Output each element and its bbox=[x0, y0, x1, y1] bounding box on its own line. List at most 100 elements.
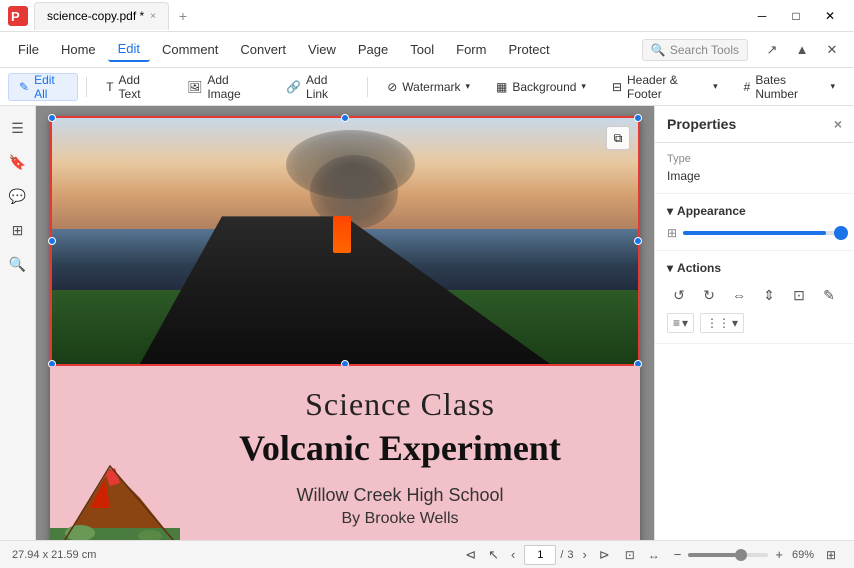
sidebar-item-thumbnails[interactable]: ⊞ bbox=[4, 216, 32, 244]
distribute-icon: ⋮⋮ bbox=[706, 316, 730, 330]
toolbar-divider-1 bbox=[86, 77, 87, 97]
bates-number-btn[interactable]: # Bates Number ▾ bbox=[733, 73, 846, 101]
nav-close-btn[interactable]: ✕ bbox=[818, 36, 846, 64]
panel-header: Properties × bbox=[655, 106, 854, 143]
fullscreen-btn[interactable]: ⊞ bbox=[820, 544, 842, 566]
add-text-label: Add Text bbox=[119, 73, 162, 101]
page-total: 3 bbox=[567, 549, 573, 561]
watermark-btn[interactable]: ⊘ Watermark ▾ bbox=[376, 73, 481, 101]
prev-page-btn[interactable]: ‹ bbox=[508, 547, 518, 562]
close-btn[interactable]: ✕ bbox=[814, 0, 846, 32]
page-input[interactable] bbox=[524, 545, 556, 565]
background-icon: ▦ bbox=[496, 80, 507, 94]
handle-mr[interactable] bbox=[634, 237, 642, 245]
action-rotate-right-btn[interactable]: ↻ bbox=[697, 283, 721, 307]
pdf-area: ⧉ bbox=[36, 106, 654, 540]
school-name-text: Willow Creek High School bbox=[180, 485, 620, 506]
sidebar-item-comments[interactable]: 💬 bbox=[4, 182, 32, 210]
tab-close-btn[interactable]: × bbox=[150, 11, 156, 22]
action-crop-btn[interactable]: ⊡ bbox=[787, 283, 811, 307]
watermark-label: Watermark bbox=[402, 80, 460, 94]
action-rotate-left-btn[interactable]: ↺ bbox=[667, 283, 691, 307]
action-align-btn[interactable]: ≡ ▾ bbox=[667, 313, 694, 333]
lava-flow bbox=[333, 216, 351, 253]
handle-tl[interactable] bbox=[48, 114, 56, 122]
sidebar-item-pages[interactable]: ☰ bbox=[4, 114, 32, 142]
watermark-icon: ⊘ bbox=[387, 80, 397, 94]
bates-caret: ▾ bbox=[830, 81, 835, 92]
menu-form[interactable]: Form bbox=[446, 38, 496, 61]
maximize-btn[interactable]: □ bbox=[780, 0, 812, 32]
actions-label: Actions bbox=[677, 261, 721, 275]
appearance-title[interactable]: ▾ Appearance bbox=[667, 204, 842, 218]
sidebar-item-bookmarks[interactable]: 🔖 bbox=[4, 148, 32, 176]
new-tab-btn[interactable]: + bbox=[171, 4, 195, 28]
appearance-label: Appearance bbox=[677, 204, 746, 218]
menu-file[interactable]: File bbox=[8, 38, 49, 61]
author-text: By Brooke Wells bbox=[180, 510, 620, 528]
sidebar-item-search[interactable]: 🔍 bbox=[4, 250, 32, 278]
volcano-image bbox=[52, 118, 638, 364]
add-image-btn[interactable]: 🖼 Add Image bbox=[176, 73, 271, 101]
action-icons-row2: ≡ ▾ ⋮⋮ ▾ bbox=[667, 313, 842, 333]
main-layout: ☰ 🔖 💬 ⊞ 🔍 ⧉ bbox=[0, 106, 854, 540]
nav-back-btn[interactable]: ↗ bbox=[758, 36, 786, 64]
menu-edit[interactable]: Edit bbox=[108, 37, 150, 62]
slider-thumb[interactable] bbox=[834, 226, 848, 240]
add-text-btn[interactable]: T Add Text bbox=[95, 73, 172, 101]
bates-number-label: Bates Number bbox=[755, 73, 825, 101]
menu-view[interactable]: View bbox=[298, 38, 346, 61]
background-btn[interactable]: ▦ Background ▾ bbox=[485, 73, 597, 101]
fit-width-btn[interactable]: ↔ bbox=[643, 544, 665, 566]
panel-title: Properties bbox=[667, 116, 736, 132]
background-label: Background bbox=[512, 80, 576, 94]
search-tools[interactable]: 🔍 Search Tools bbox=[642, 39, 748, 61]
menu-comment[interactable]: Comment bbox=[152, 38, 228, 61]
actions-section: ▾ Actions ↺ ↻ ⇔ ⇕ ⊡ ✎ ≡ ▾ ⋮⋮ ▾ bbox=[655, 251, 854, 344]
tab-title: science-copy.pdf * bbox=[47, 9, 144, 23]
page-separator: / bbox=[560, 549, 563, 561]
handle-tr[interactable] bbox=[634, 114, 642, 122]
zoom-fill bbox=[688, 553, 736, 557]
properties-panel: Properties × Type Image ▾ Appearance ⊞ ▾ bbox=[654, 106, 854, 540]
menu-convert[interactable]: Convert bbox=[230, 38, 296, 61]
menu-home[interactable]: Home bbox=[51, 38, 106, 61]
menu-protect[interactable]: Protect bbox=[498, 38, 559, 61]
zoom-bar: − + bbox=[671, 547, 786, 562]
next-page-btn[interactable]: › bbox=[580, 547, 590, 562]
zoom-track[interactable] bbox=[688, 553, 768, 557]
action-flip-v-btn[interactable]: ⇕ bbox=[757, 283, 781, 307]
zoom-in-btn[interactable]: + bbox=[772, 547, 786, 562]
action-distribute-btn[interactable]: ⋮⋮ ▾ bbox=[700, 313, 744, 333]
first-page-btn[interactable]: ⊲ bbox=[462, 547, 479, 563]
nav-buttons: ↗ ▲ ✕ bbox=[758, 36, 846, 64]
app-logo: P bbox=[8, 6, 28, 26]
handle-ml[interactable] bbox=[48, 237, 56, 245]
header-icon: ⊟ bbox=[612, 80, 622, 94]
fit-page-btn[interactable]: ⊡ bbox=[619, 544, 641, 566]
image-icon: 🖼 bbox=[187, 80, 202, 94]
cursor-tool-btn[interactable]: ↖ bbox=[485, 547, 502, 563]
zoom-out-btn[interactable]: − bbox=[671, 547, 685, 562]
edit-all-btn[interactable]: ✎ Edit All bbox=[8, 73, 78, 101]
type-section: Type Image bbox=[655, 143, 854, 194]
handle-tc[interactable] bbox=[341, 114, 349, 122]
tab-science-copy[interactable]: science-copy.pdf * × bbox=[34, 2, 169, 30]
action-edit-btn[interactable]: ✎ bbox=[817, 283, 841, 307]
minimize-btn[interactable]: ─ bbox=[746, 0, 778, 32]
menu-tool[interactable]: Tool bbox=[400, 38, 444, 61]
add-link-btn[interactable]: 🔗 Add Link bbox=[275, 73, 359, 101]
pdf-image-section[interactable]: ⧉ bbox=[50, 116, 640, 366]
actions-title[interactable]: ▾ Actions bbox=[667, 261, 842, 275]
slider-track[interactable] bbox=[683, 231, 842, 235]
pdf-text-section: Science Class Volcanic Experiment Willow… bbox=[50, 366, 640, 540]
opacity-slider[interactable]: ⊞ bbox=[667, 226, 842, 240]
menu-page[interactable]: Page bbox=[348, 38, 398, 61]
header-footer-btn[interactable]: ⊟ Header & Footer ▾ bbox=[601, 73, 729, 101]
zoom-thumb[interactable] bbox=[735, 549, 747, 561]
panel-close-btn[interactable]: × bbox=[834, 116, 842, 132]
image-overlay-btn[interactable]: ⧉ bbox=[606, 126, 630, 150]
action-flip-h-btn[interactable]: ⇔ bbox=[727, 283, 751, 307]
last-page-btn[interactable]: ⊳ bbox=[596, 547, 613, 563]
nav-forward-btn[interactable]: ▲ bbox=[788, 36, 816, 64]
